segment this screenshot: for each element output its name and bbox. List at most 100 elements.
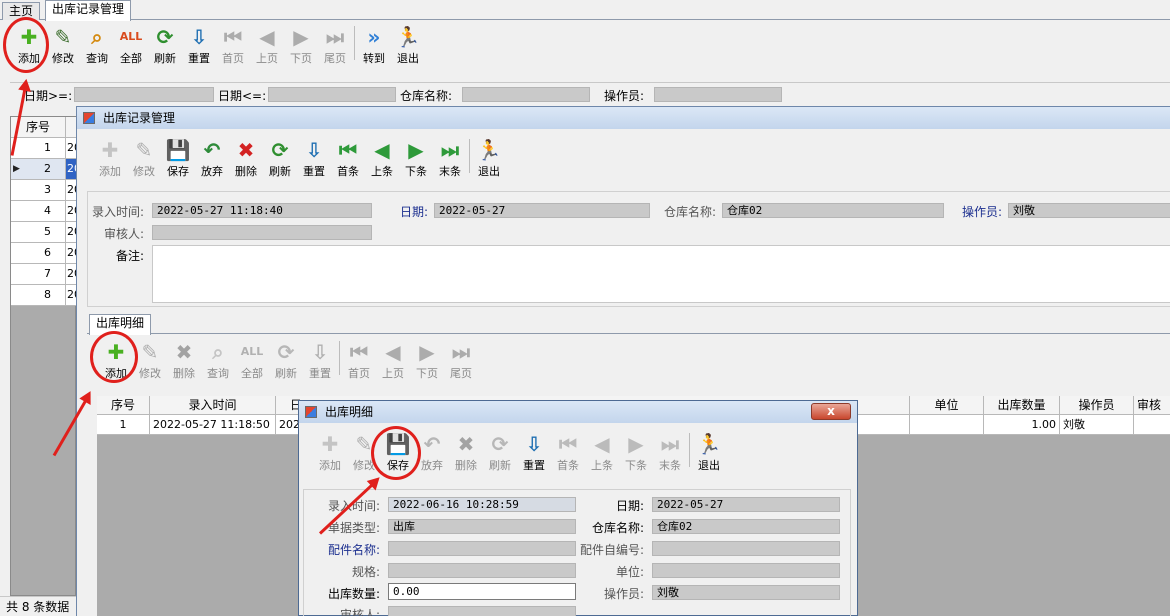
toolbar-label: 末条: [659, 459, 681, 472]
table-row[interactable]: 8: [11, 285, 66, 306]
toolbar-label: 退出: [397, 52, 419, 65]
detail-last-page-button[interactable]: ⏭ 尾页: [444, 339, 478, 380]
record-refresh-button[interactable]: ⟳ 刷新: [263, 137, 297, 178]
dlg-part-code-label: 配件自编号:: [580, 543, 645, 557]
record-undo-button[interactable]: ↶ 放弃: [195, 137, 229, 178]
detail-edit-button[interactable]: ✎ 修改: [133, 339, 167, 380]
dlg-entry-time-field[interactable]: 2022-06-16 10:28:59: [388, 497, 576, 512]
detail-search-button[interactable]: ⌕ 查询: [201, 339, 235, 380]
detail-all-button[interactable]: ALL 全部: [235, 339, 269, 380]
dialog-next-record-button[interactable]: ▶ 下条: [619, 431, 653, 472]
toolbar-label: 放弃: [201, 165, 223, 178]
operator-field[interactable]: 刘敬: [1008, 203, 1170, 218]
main-refresh-button[interactable]: ⟳ 刷新: [148, 24, 182, 65]
warehouse-field[interactable]: 仓库02: [722, 203, 944, 218]
detail-cell-operator[interactable]: 刘敬: [1060, 415, 1134, 435]
dlg-warehouse-field[interactable]: 仓库02: [652, 519, 840, 534]
table-row[interactable]: 7: [11, 264, 66, 285]
record-save-button[interactable]: 💾 保存: [161, 137, 195, 178]
detail-cell-unit[interactable]: [910, 415, 984, 435]
record-window-title: 出库记录管理: [103, 111, 176, 125]
record-first-record-button[interactable]: ⏮ 首条: [331, 137, 365, 178]
operator-filter-field[interactable]: [654, 87, 782, 102]
record-next-record-button[interactable]: ▶ 下条: [399, 137, 433, 178]
dialog-prev-record-button[interactable]: ◀ 上条: [585, 431, 619, 472]
main-prev-page-button[interactable]: ◀ 上页: [250, 24, 284, 65]
table-row[interactable]: 6: [11, 243, 66, 264]
record-window-titlebar[interactable]: 出库记录管理: [77, 107, 1170, 129]
dialog-first-record-button[interactable]: ⏮ 首条: [551, 431, 585, 472]
record-plus-button[interactable]: ✚ 添加: [93, 137, 127, 178]
table-row[interactable]: 3: [11, 180, 66, 201]
close-button[interactable]: x: [811, 403, 851, 420]
date-to-field[interactable]: [268, 87, 396, 102]
record-prev-record-button[interactable]: ◀ 上条: [365, 137, 399, 178]
table-row[interactable]: 2 ▶: [11, 159, 66, 180]
delete-icon: ✖: [237, 138, 255, 162]
entry-time-field[interactable]: 2022-05-27 11:18:40: [152, 203, 372, 218]
dlg-date-field[interactable]: 2022-05-27: [652, 497, 840, 512]
table-row[interactable]: 4: [11, 201, 66, 222]
dialog-delete-button[interactable]: ✖ 删除: [449, 431, 483, 472]
detail-reset-button[interactable]: ⇩ 重置: [303, 339, 337, 380]
main-first-page-button[interactable]: ⏮ 首页: [216, 24, 250, 65]
main-search-button[interactable]: ⌕ 查询: [80, 24, 114, 65]
dlg-part-name-field[interactable]: [388, 541, 576, 556]
dlg-spec-field[interactable]: [388, 563, 576, 578]
dialog-plus-button[interactable]: ✚ 添加: [313, 431, 347, 472]
main-goto-button[interactable]: » 转到: [357, 24, 391, 65]
dlg-part-code-field[interactable]: [652, 541, 840, 556]
detail-cell-time[interactable]: 2022-05-27 11:18:50: [150, 415, 276, 435]
main-all-button[interactable]: ALL 全部: [114, 24, 148, 65]
first-page-icon: ⏮: [224, 25, 242, 49]
reset-icon: ⇩: [305, 138, 323, 162]
record-edit-button[interactable]: ✎ 修改: [127, 137, 161, 178]
save-icon: 💾: [165, 138, 191, 162]
tab-outbound-records[interactable]: 出库记录管理: [45, 0, 132, 21]
table-row[interactable]: 5: [11, 222, 66, 243]
detail-next-page-button[interactable]: ▶ 下页: [410, 339, 444, 380]
reset-icon: ⇩: [525, 432, 543, 456]
record-exit-button[interactable]: 🏃 退出: [472, 137, 506, 178]
record-reset-button[interactable]: ⇩ 重置: [297, 137, 331, 178]
last-page-icon: ⏭: [326, 25, 344, 49]
detail-window-title: 出库明细: [325, 405, 374, 419]
remark-field[interactable]: [152, 245, 1170, 303]
warehouse-filter-field[interactable]: [462, 87, 590, 102]
edit-icon: ✎: [135, 138, 153, 162]
main-exit-button[interactable]: 🏃 退出: [391, 24, 425, 65]
main-reset-button[interactable]: ⇩ 重置: [182, 24, 216, 65]
main-edit-button[interactable]: ✎ 修改: [46, 24, 80, 65]
main-next-page-button[interactable]: ▶ 下页: [284, 24, 318, 65]
toolbar-label: 修改: [139, 367, 161, 380]
record-last-record-button[interactable]: ⏭ 末条: [433, 137, 467, 178]
dlg-reviewer-field[interactable]: [388, 606, 576, 616]
record-delete-button[interactable]: ✖ 删除: [229, 137, 263, 178]
reviewer-field[interactable]: [152, 225, 372, 240]
dlg-unit-field[interactable]: [652, 563, 840, 578]
record-toolbar: ✚ 添加 ✎ 修改 💾 保存 ↶ 放弃 ✖ 删除 ⟳ 刷新 ⇩ 重置 ⏮ 首条 ◀ 上条 ▶ 下条 ⏭ 末条 🏃 退出: [93, 137, 506, 178]
dialog-reset-button[interactable]: ⇩ 重置: [517, 431, 551, 472]
detail-window-titlebar[interactable]: 出库明细 x: [299, 401, 857, 423]
date-field[interactable]: 2022-05-27: [434, 203, 650, 218]
table-row[interactable]: 1: [11, 138, 66, 159]
detail-cell-qty[interactable]: 1.00: [984, 415, 1060, 435]
main-last-page-button[interactable]: ⏭ 尾页: [318, 24, 352, 65]
toolbar-label: 添加: [99, 165, 121, 178]
date-from-field[interactable]: [74, 87, 214, 102]
last-record-icon: ⏭: [661, 432, 679, 456]
dialog-refresh-button[interactable]: ⟳ 刷新: [483, 431, 517, 472]
dlg-doc-type-field[interactable]: 出库: [388, 519, 576, 534]
detail-cell-no[interactable]: 1: [97, 415, 150, 435]
detail-prev-page-button[interactable]: ◀ 上页: [376, 339, 410, 380]
dlg-qty-label: 出库数量:: [328, 587, 381, 601]
detail-cell-reviewer[interactable]: [1134, 415, 1170, 435]
detail-refresh-button[interactable]: ⟳ 刷新: [269, 339, 303, 380]
detail-delete-button[interactable]: ✖ 删除: [167, 339, 201, 380]
dlg-qty-field[interactable]: 0.00: [388, 583, 576, 600]
detail-first-page-button[interactable]: ⏮ 首页: [342, 339, 376, 380]
dialog-last-record-button[interactable]: ⏭ 末条: [653, 431, 687, 472]
refresh-icon: ⟳: [491, 432, 509, 456]
dialog-exit-button[interactable]: 🏃 退出: [692, 431, 726, 472]
dlg-operator-field[interactable]: 刘敬: [652, 585, 840, 600]
